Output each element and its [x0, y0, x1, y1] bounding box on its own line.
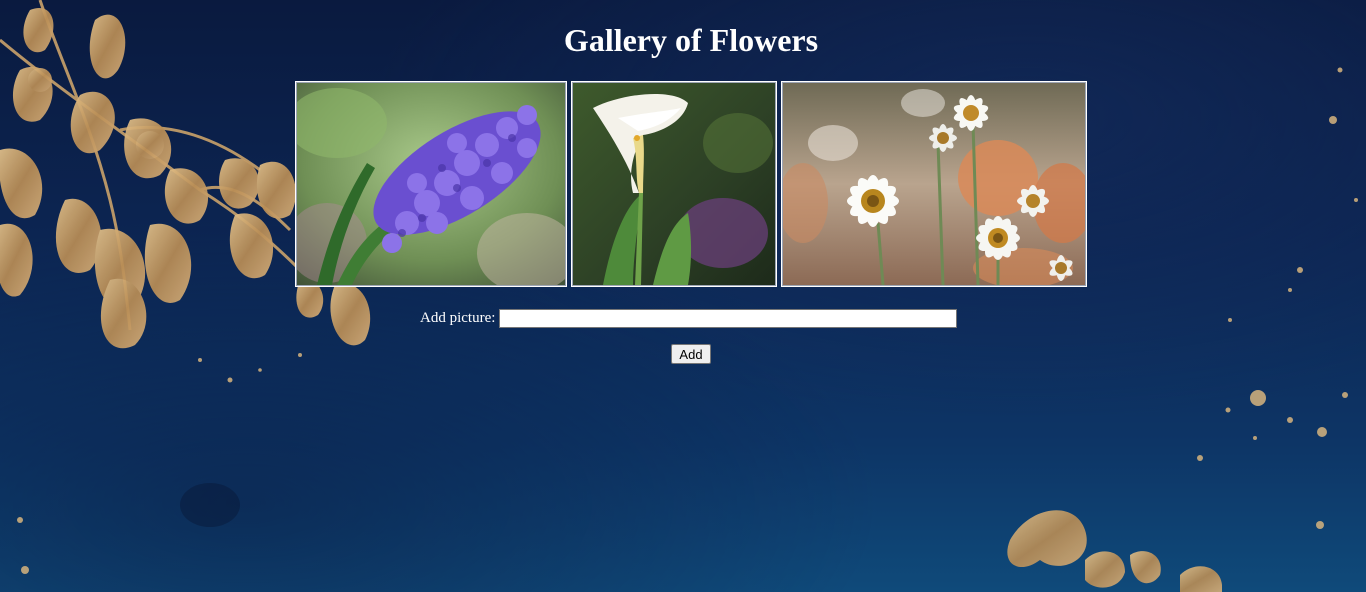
- page: Gallery of Flowers Add picture: Add: [0, 0, 1366, 592]
- add-picture-row: Add picture:: [420, 307, 958, 329]
- page-title: Gallery of Flowers: [563, 22, 819, 58]
- calla-lily-image: [573, 83, 775, 285]
- daisies-image: [783, 83, 1085, 285]
- image-frame: [296, 82, 566, 286]
- hyacinth-image: [297, 83, 565, 285]
- gallery-image-calla-lily[interactable]: [571, 81, 777, 287]
- add-picture-label: Add picture:: [420, 309, 496, 326]
- gallery-image-hyacinth[interactable]: [295, 81, 567, 287]
- gallery-image-daisies[interactable]: [781, 81, 1087, 287]
- image-frame: [572, 82, 776, 286]
- add-picture-input[interactable]: [499, 308, 958, 328]
- image-frame: [782, 82, 1086, 286]
- add-button[interactable]: Add: [671, 344, 711, 364]
